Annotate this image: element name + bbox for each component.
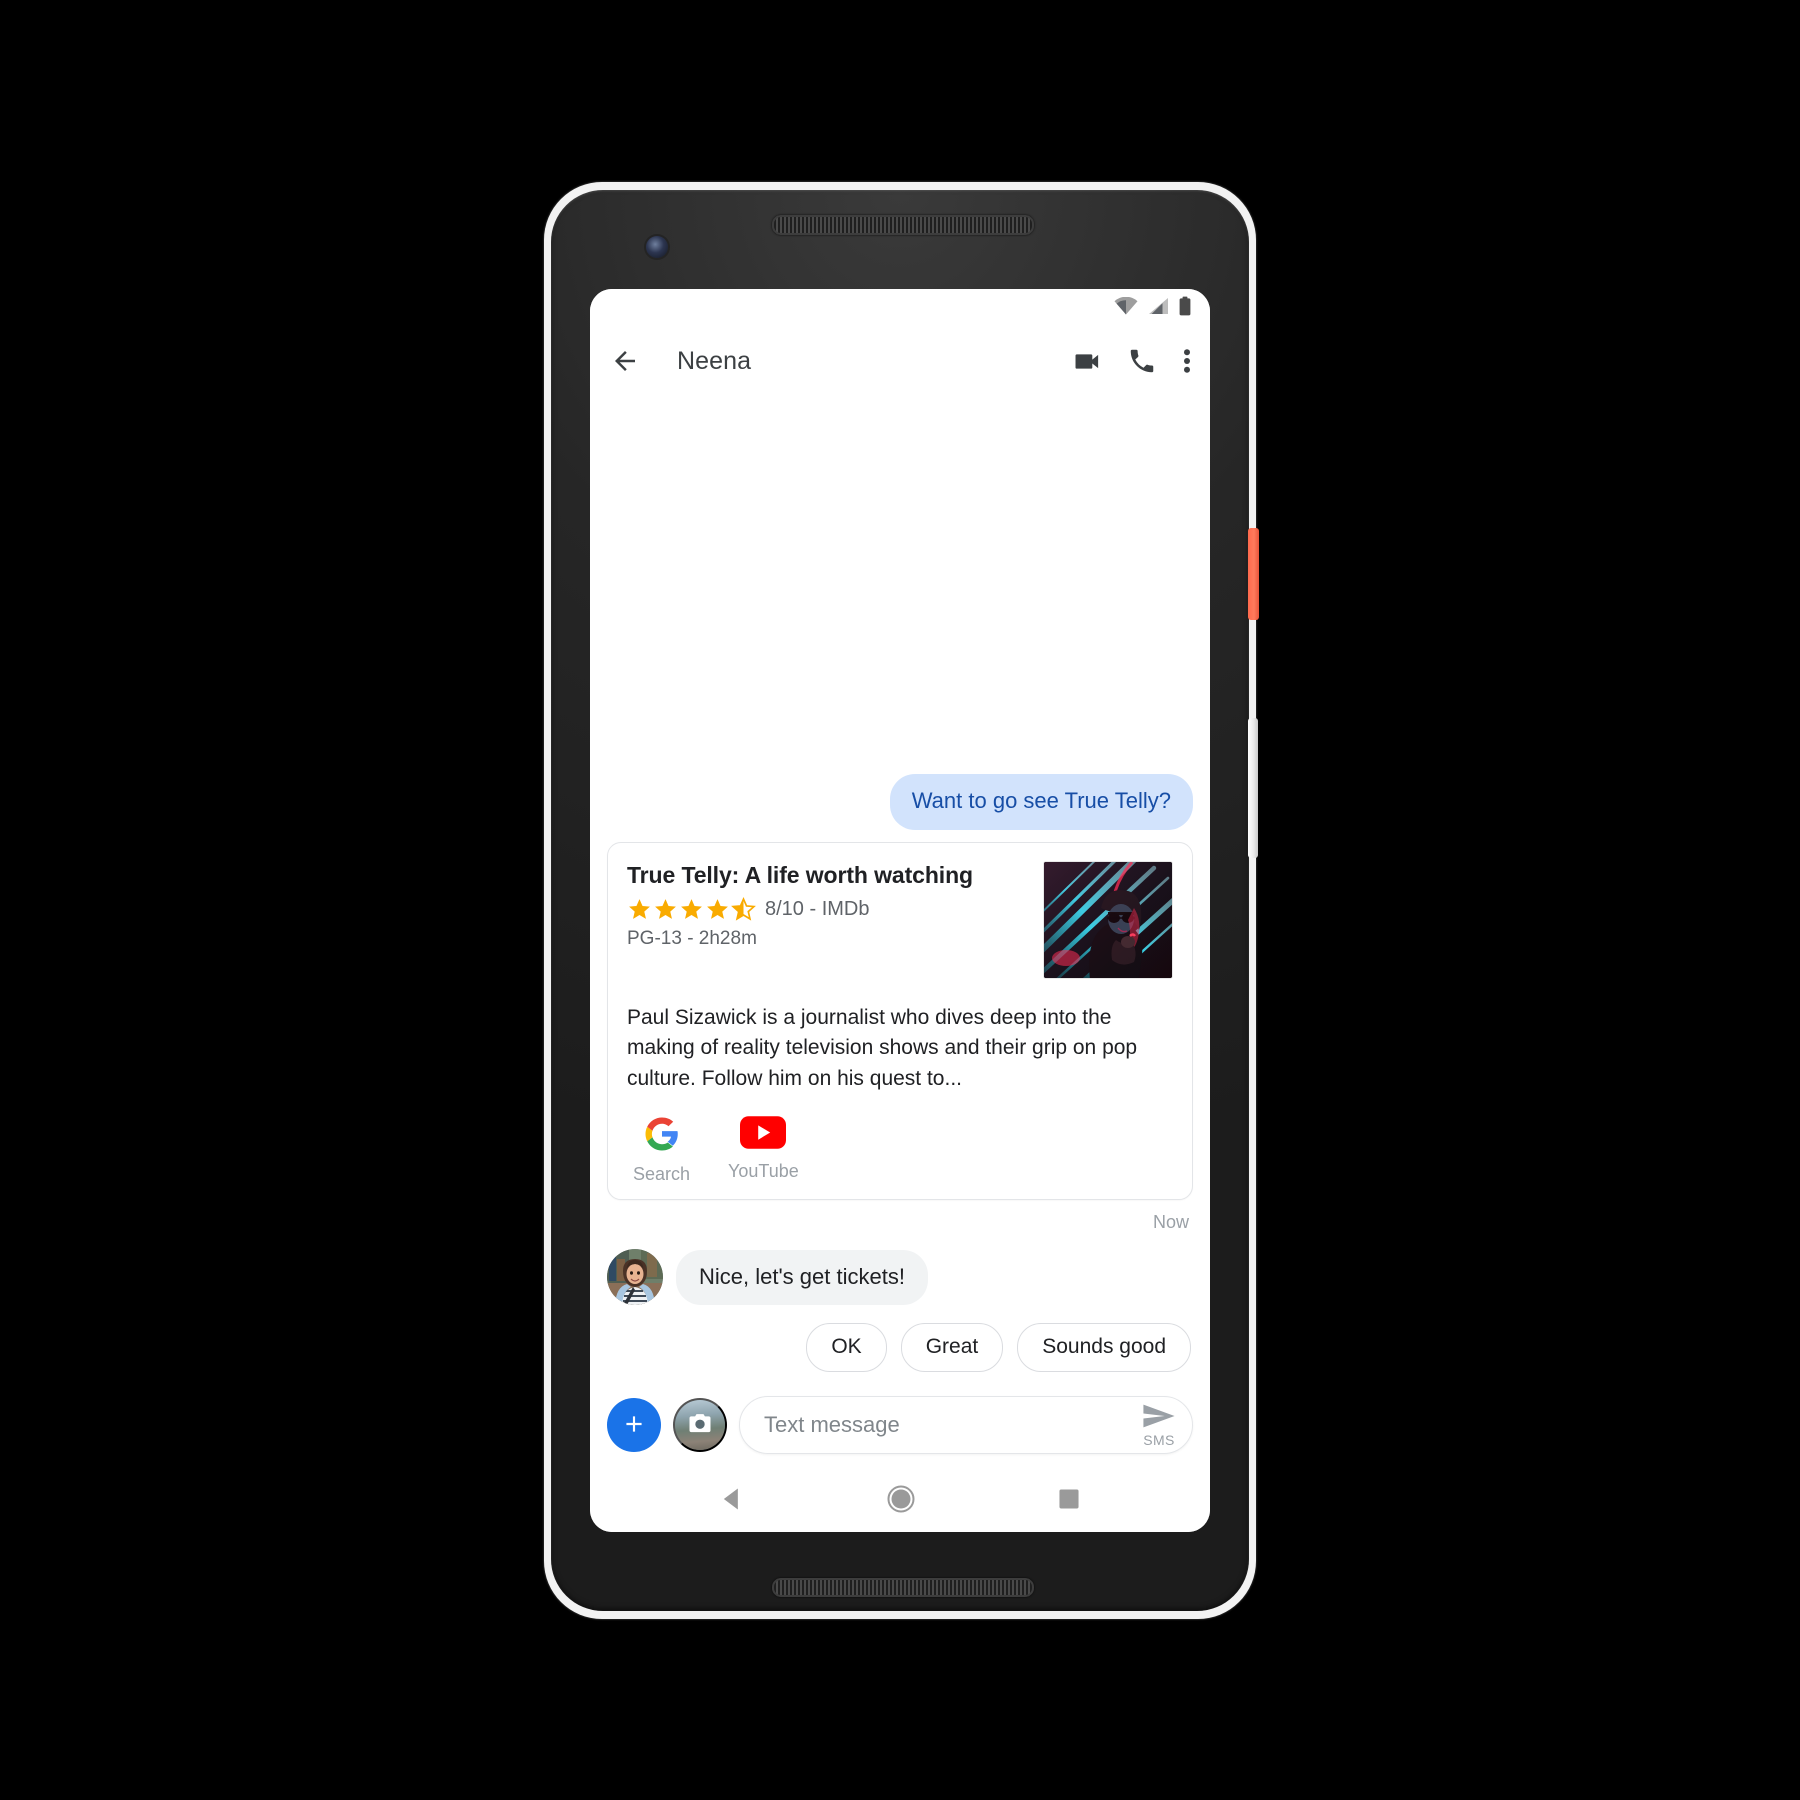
movie-score: 8/10 - IMDb: [765, 897, 870, 920]
movie-rich-card[interactable]: True Telly: A life worth watching 8/10 -…: [607, 841, 1193, 1200]
send-button[interactable]: SMS: [1134, 1403, 1176, 1448]
page-title: Neena: [677, 346, 752, 375]
battery-icon: [1178, 296, 1192, 321]
outgoing-message-row: Want to go see True Telly?: [607, 774, 1193, 830]
movie-card-actions: Search YouTube: [627, 1116, 1173, 1185]
star-full-icon: [655, 898, 676, 919]
add-attachment-button[interactable]: [607, 1398, 661, 1452]
movie-rating-row: 8/10 - IMDb: [627, 896, 1029, 922]
movie-title: True Telly: A life worth watching: [627, 861, 973, 888]
screenshot-stage: Neena Want to go see True Telly? True Te…: [0, 0, 1800, 1800]
bottom-speaker-grille: [772, 1578, 1034, 1597]
back-arrow-icon[interactable]: [610, 346, 640, 376]
phone-screen: Neena Want to go see True Telly? True Te…: [590, 289, 1210, 1532]
plus-icon: [621, 1411, 647, 1440]
message-timestamp: Now: [1152, 1212, 1189, 1232]
movie-description: Paul Sizawick is a journalist who dives …: [627, 1005, 1138, 1090]
status-bar: [590, 289, 1210, 327]
movie-card-info: True Telly: A life worth watching 8/10 -…: [627, 861, 1029, 979]
wifi-icon: [1114, 296, 1138, 320]
cellular-signal-icon: [1147, 297, 1169, 320]
movie-meta: PG-13 - 2h28m: [627, 927, 757, 949]
search-action-label: Search: [633, 1164, 691, 1184]
thread-top-spacer: [607, 395, 1193, 774]
front-camera-lens: [646, 236, 668, 258]
smart-reply-ok[interactable]: OK: [806, 1323, 887, 1372]
incoming-message-row: Nice, let's get tickets!: [607, 1249, 1193, 1305]
message-thread[interactable]: Want to go see True Telly? True Telly: A…: [590, 395, 1210, 1386]
star-full-icon: [629, 898, 650, 919]
nav-recents-button[interactable]: [1056, 1486, 1082, 1517]
nav-home-button[interactable]: [886, 1484, 916, 1519]
volume-rocker-button[interactable]: [1248, 718, 1258, 858]
youtube-action[interactable]: YouTube: [728, 1116, 799, 1185]
youtube-icon: [740, 1116, 787, 1154]
power-button[interactable]: [1248, 528, 1259, 620]
more-vert-icon[interactable]: [1182, 346, 1192, 376]
smart-reply-great[interactable]: Great: [900, 1323, 1004, 1372]
star-full-icon: [707, 898, 728, 919]
message-composer: SMS: [590, 1386, 1210, 1470]
star-full-icon: [681, 898, 702, 919]
message-input[interactable]: [764, 1412, 1134, 1438]
nav-back-button[interactable]: [718, 1485, 746, 1518]
app-bar-actions: [1071, 346, 1192, 377]
send-arrow-icon: [1142, 1403, 1176, 1434]
send-mode-label: SMS: [1143, 1431, 1175, 1448]
text-input-wrapper[interactable]: SMS: [739, 1396, 1193, 1454]
incoming-message-bubble[interactable]: Nice, let's get tickets!: [676, 1250, 928, 1305]
earpiece-speaker-grille: [772, 215, 1034, 235]
camera-button[interactable]: [673, 1398, 727, 1452]
google-search-action[interactable]: Search: [633, 1116, 690, 1185]
android-nav-bar: [590, 1470, 1210, 1532]
phone-icon[interactable]: [1127, 346, 1157, 376]
star-rating-icons: [627, 896, 756, 922]
google-g-icon: [644, 1116, 680, 1157]
circle-home-icon: [886, 1484, 916, 1519]
avatar[interactable]: [607, 1249, 663, 1305]
youtube-action-label: YouTube: [728, 1161, 799, 1181]
outgoing-message-bubble[interactable]: Want to go see True Telly?: [889, 774, 1193, 830]
video-camera-icon[interactable]: [1071, 346, 1102, 377]
triangle-back-icon: [718, 1485, 746, 1518]
app-bar: Neena: [590, 327, 1210, 395]
smart-reply-sounds-good[interactable]: Sounds good: [1017, 1323, 1191, 1372]
square-recents-icon: [1056, 1486, 1082, 1517]
star-half-icon: [731, 896, 756, 921]
smart-reply-chips: OK Great Sounds good: [607, 1323, 1193, 1386]
movie-thumbnail[interactable]: [1043, 860, 1173, 979]
camera-icon: [686, 1410, 714, 1441]
movie-card-header: True Telly: A life worth watching 8/10 -…: [627, 860, 1173, 979]
